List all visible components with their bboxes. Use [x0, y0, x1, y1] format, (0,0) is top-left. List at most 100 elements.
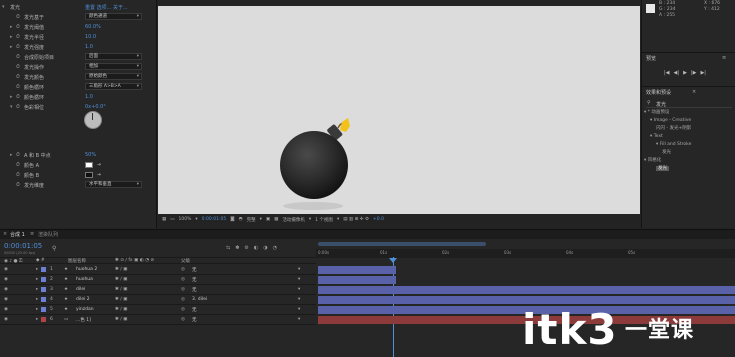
parent-pickwhip-icon[interactable]: ◎ — [181, 277, 185, 282]
effects-tree-item[interactable]: 发光 — [644, 165, 734, 173]
effect-value[interactable]: 50% — [85, 152, 96, 158]
layer-switches-icons[interactable]: ✱ ∕ ▣ — [115, 297, 127, 302]
layer-name[interactable]: dilei — [76, 287, 85, 292]
stopwatch-icon[interactable]: ⏱ — [16, 44, 20, 50]
time-ruler[interactable] — [316, 249, 735, 258]
effects-tree-item[interactable]: ▾ Text — [644, 133, 734, 141]
viewer-toolbar-item[interactable]: 100% — [179, 217, 192, 222]
effect-dropdown[interactable]: 三角形 A>B>A — [85, 83, 142, 90]
viewer-toolbar-item[interactable]: ▾ — [195, 217, 197, 222]
layer-row[interactable]: ◉ ▸ 4 ★ dilei 2 ✱ ∕ ▣ ◎ 3. dilei ▾ — [0, 295, 316, 305]
eye-icon[interactable]: ◉ — [4, 267, 8, 272]
effects-tree-item[interactable]: ▾ Fill and Stroke — [644, 141, 734, 149]
phase-dial[interactable] — [84, 111, 102, 129]
layer-bar[interactable] — [318, 286, 735, 294]
viewer-toolbar-item[interactable]: 活动摄像机 — [282, 217, 305, 223]
eye-icon[interactable]: ◉ — [4, 277, 8, 282]
layer-name[interactable]: yinzdan — [76, 307, 94, 312]
layer-name[interactable]: ...色 1] — [76, 317, 91, 323]
parent-pickwhip-icon[interactable]: ◎ — [181, 307, 185, 312]
region-icon[interactable]: ▣ — [266, 217, 270, 222]
chevron-down-icon[interactable]: ▾ — [298, 297, 300, 302]
color-swatch[interactable] — [85, 172, 93, 178]
viewer-toolbar-item[interactable]: +0.0 — [373, 217, 384, 222]
viewer-toolbar-item[interactable]: ▾ — [309, 217, 311, 222]
twirl-icon[interactable]: ▾ — [10, 104, 13, 110]
stopwatch-icon[interactable]: ⏱ — [16, 64, 20, 70]
viewer-toolbar-item[interactable]: 完整 — [247, 217, 256, 223]
effect-dropdown[interactable]: 水平和垂直 — [85, 181, 142, 188]
effect-dropdown[interactable]: 相加 — [85, 63, 142, 70]
layer-switches-icons[interactable]: ✱ ∕ ▣ — [115, 267, 127, 272]
parent-value[interactable]: 无 — [192, 317, 197, 323]
effects-tree-item[interactable]: 发光 — [644, 149, 734, 157]
twirl-icon[interactable]: ▸ — [10, 24, 13, 30]
twirl-icon[interactable]: ▸ — [36, 267, 38, 272]
preview-button[interactable]: ◀| — [674, 70, 680, 76]
search-input[interactable]: 发光 — [656, 101, 666, 108]
twirl-icon[interactable]: ▸ — [36, 287, 38, 292]
stopwatch-icon[interactable]: ⏱ — [16, 162, 20, 168]
layer-name[interactable]: huohua 2 — [76, 267, 97, 272]
twirl-icon[interactable]: ▸ — [36, 297, 38, 302]
effect-value[interactable]: 1.0 — [85, 94, 93, 100]
camera-icon[interactable]: ◙ — [230, 217, 234, 222]
chevron-down-icon[interactable]: ▾ — [298, 277, 300, 282]
label-color[interactable] — [41, 277, 46, 282]
eye-icon[interactable]: ◉ — [4, 307, 8, 312]
color-icon[interactable]: ◓ — [239, 217, 243, 222]
composition-canvas[interactable] — [158, 6, 640, 214]
twirl-icon[interactable]: ▸ — [36, 307, 38, 312]
label-color[interactable] — [41, 287, 46, 292]
chevron-down-icon[interactable]: ▾ — [298, 267, 300, 272]
viewer-toolbar-item[interactable]: ▾ — [260, 217, 262, 222]
effect-value[interactable]: 60.0% — [85, 24, 101, 30]
viewer-toolbar-item[interactable]: 0:00:01:05 — [202, 217, 227, 222]
layer-switches-icons[interactable]: ✱ ∕ ▣ — [115, 277, 127, 282]
chevron-down-icon[interactable]: ▾ — [298, 307, 300, 312]
stopwatch-icon[interactable]: ⏱ — [16, 74, 20, 80]
effects-tree-item[interactable]: ▾ * 动画预设 — [644, 109, 734, 117]
layer-row[interactable]: ◉ ▸ 3 ★ dilei ✱ ∕ ▣ ◎ 无 ▾ — [0, 285, 316, 295]
stopwatch-icon[interactable]: ⏱ — [16, 84, 20, 90]
label-color[interactable] — [41, 317, 46, 322]
parent-value[interactable]: 无 — [192, 307, 197, 313]
layer-switches-icons[interactable]: ✱ ∕ ▣ — [115, 307, 127, 312]
chevron-down-icon[interactable]: ▾ — [298, 317, 300, 322]
parent-value[interactable]: 无 — [192, 267, 197, 273]
parent-pickwhip-icon[interactable]: ◎ — [181, 267, 185, 272]
label-color[interactable] — [41, 267, 46, 272]
effect-value[interactable]: 1.0 — [85, 44, 93, 50]
current-timecode[interactable]: 0:00:01:05 — [4, 242, 42, 250]
panel-menu-icon[interactable]: ≡ — [30, 231, 34, 237]
stopwatch-icon[interactable]: ⏱ — [16, 152, 20, 158]
parent-value[interactable]: 3. dilei — [192, 297, 207, 302]
panel-menu-icon[interactable]: ≡ — [722, 55, 726, 61]
viewer-toolbar-item[interactable]: 1 个视图 — [315, 217, 333, 223]
transparency-icon[interactable]: ▩ — [274, 217, 278, 222]
twirl-icon[interactable]: ▸ — [10, 44, 13, 50]
layer-row[interactable]: ◉ ▸ 5 ★ yinzdan ✱ ∕ ▣ ◎ 无 ▾ — [0, 305, 316, 315]
viewer-toolbar-item[interactable]: ▾ — [337, 217, 339, 222]
eyedropper-icon[interactable]: ➔ — [97, 172, 101, 178]
label-color[interactable] — [41, 297, 46, 302]
panel-close-icon[interactable]: × — [692, 89, 696, 95]
close-icon[interactable]: × — [3, 231, 7, 237]
playhead-handle[interactable] — [389, 258, 397, 263]
parent-pickwhip-icon[interactable]: ◎ — [181, 297, 185, 302]
effects-search[interactable]: ⚲ 发光 — [646, 100, 732, 108]
eyedropper-icon[interactable]: ➔ — [97, 162, 101, 168]
search-icon[interactable]: ⚲ — [52, 245, 56, 252]
layer-bar[interactable] — [318, 266, 396, 274]
chevron-down-icon[interactable]: ▾ — [298, 287, 300, 292]
twirl-icon[interactable]: ▸ — [36, 317, 38, 322]
layer-switches-icons[interactable]: ✱ ∕ ▣ — [115, 317, 127, 322]
color-swatch[interactable] — [85, 162, 93, 168]
effect-dropdown[interactable]: 后面 — [85, 53, 142, 60]
layer-row[interactable]: ◉ ▸ 2 ★ huohua ✱ ∕ ▣ ◎ 无 ▾ — [0, 275, 316, 285]
parent-value[interactable]: 无 — [192, 287, 197, 293]
effects-tree-item[interactable]: ▾ 风格化 — [644, 157, 734, 165]
timeline-switch-icons[interactable]: ⇆✽⚙◐◑◔ — [226, 245, 282, 251]
layer-bar[interactable] — [318, 276, 396, 284]
parent-pickwhip-icon[interactable]: ◎ — [181, 317, 185, 322]
